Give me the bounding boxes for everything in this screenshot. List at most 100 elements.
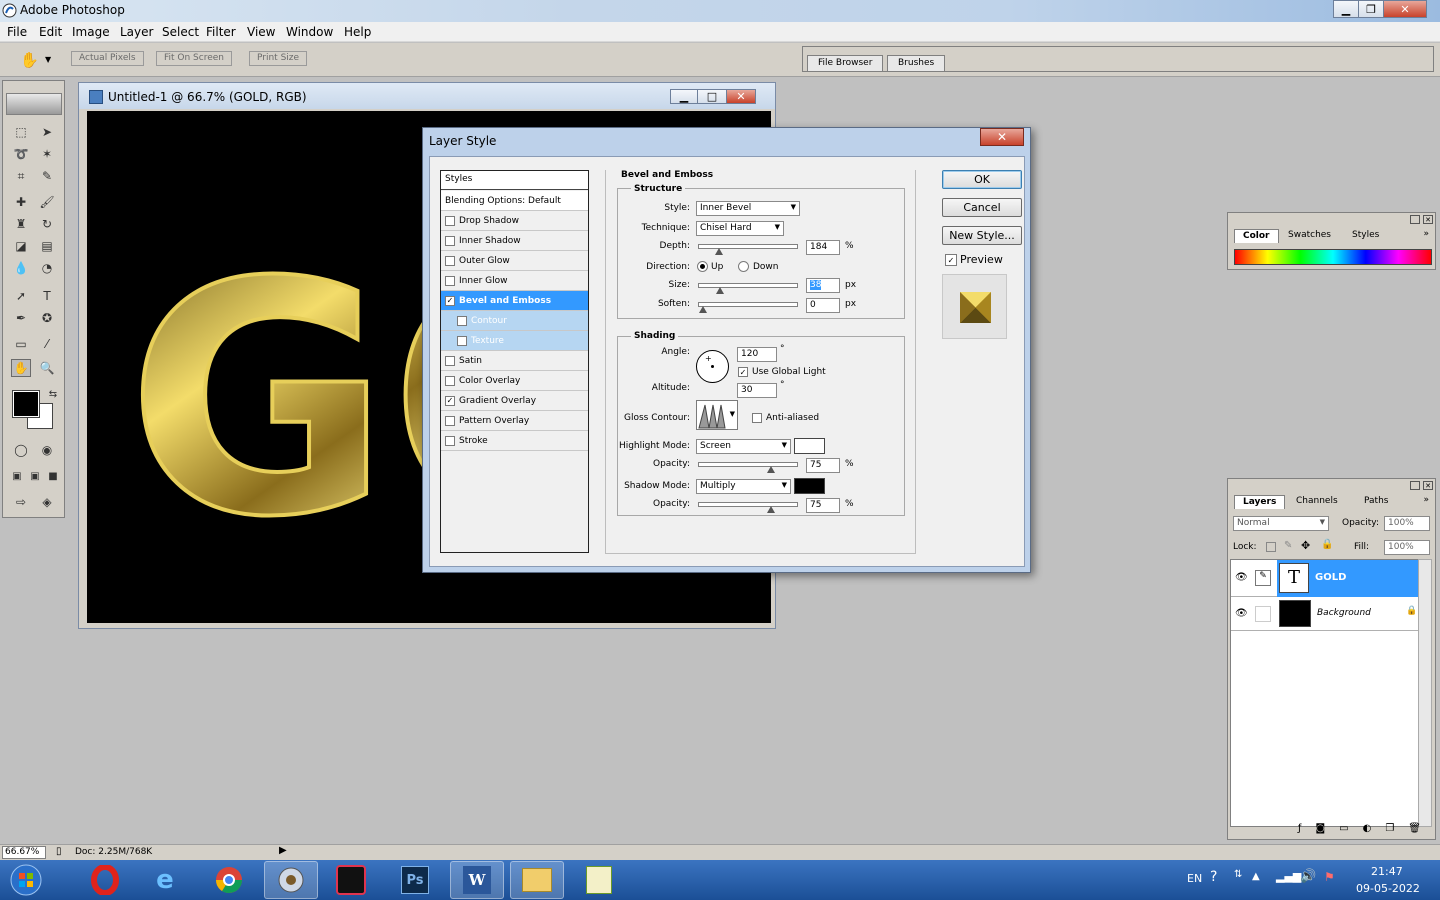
show-hidden-icons[interactable]: ▲ xyxy=(1252,871,1260,882)
style-item[interactable]: ✓ Bevel and Emboss xyxy=(441,291,588,311)
new-layer-icon[interactable]: ❐ xyxy=(1385,823,1394,839)
chevron-down-icon[interactable]: ▼ xyxy=(45,55,51,64)
style-item[interactable]: Inner Shadow xyxy=(441,231,588,251)
layers-scrollbar[interactable] xyxy=(1418,559,1432,827)
soften-slider[interactable] xyxy=(698,302,798,313)
stamp-icon[interactable]: ♜ xyxy=(11,215,31,233)
global-light-checkbox[interactable]: ✓ xyxy=(738,367,748,377)
screen-mode-fullscreen-icon[interactable]: ■ xyxy=(43,467,63,485)
lock-transparency-icon[interactable] xyxy=(1266,542,1276,552)
style-item-checkbox[interactable] xyxy=(445,435,455,446)
visibility-eye-icon[interactable]: 👁 xyxy=(1235,608,1248,619)
depth-slider-thumb[interactable] xyxy=(715,248,724,255)
tab-paths[interactable]: Paths xyxy=(1356,495,1396,509)
opera-taskbar-button[interactable] xyxy=(78,861,132,899)
slice-icon[interactable]: ✎ xyxy=(37,167,57,185)
dialog-close-button[interactable]: ✕ xyxy=(980,128,1024,146)
altitude-input[interactable]: 30 xyxy=(737,383,777,398)
menu-filter[interactable]: Filter xyxy=(206,25,236,39)
photoshop-eye-taskbar-button[interactable] xyxy=(264,861,318,899)
minimize-button[interactable]: ▁ xyxy=(1333,0,1359,18)
screen-mode-standard-icon[interactable]: ▣ xyxy=(7,467,27,485)
restore-button[interactable]: ❐ xyxy=(1358,0,1384,18)
zoom-field[interactable]: 66.67% xyxy=(2,846,46,859)
doc-close-button[interactable]: ✕ xyxy=(726,89,756,104)
angle-dial[interactable]: + xyxy=(696,350,729,383)
opacity-input[interactable]: 100% xyxy=(1384,516,1430,531)
adjustment-layer-icon[interactable]: ◐ xyxy=(1363,823,1372,839)
size-slider[interactable] xyxy=(698,283,798,294)
close-button[interactable]: ✕ xyxy=(1383,0,1427,18)
shadow-mode-select[interactable]: Multiply ▼ xyxy=(696,479,791,494)
swap-colors-icon[interactable]: ⇆ xyxy=(43,385,63,403)
style-item-checkbox[interactable] xyxy=(457,335,467,346)
style-item[interactable]: Satin xyxy=(441,351,588,371)
style-item[interactable]: Stroke xyxy=(441,431,588,451)
fill-input[interactable]: 100% xyxy=(1384,540,1430,555)
highlight-color-swatch[interactable] xyxy=(794,438,825,454)
menu-window[interactable]: Window xyxy=(286,25,333,39)
layer-mask-icon[interactable]: ◙ xyxy=(1315,823,1325,839)
link-slot[interactable] xyxy=(1255,606,1271,622)
trash-icon[interactable]: 🗑 xyxy=(1408,823,1421,839)
fit-on-screen-button[interactable]: Fit On Screen xyxy=(156,51,233,66)
start-button[interactable] xyxy=(4,861,48,899)
menu-view[interactable]: View xyxy=(247,25,275,39)
history-brush-icon[interactable]: ↻ xyxy=(37,215,57,233)
tab-channels[interactable]: Channels xyxy=(1288,495,1346,509)
tab-styles[interactable]: Styles xyxy=(1344,229,1387,243)
chart-app-taskbar-button[interactable] xyxy=(572,861,626,899)
explorer-taskbar-button[interactable] xyxy=(510,861,564,899)
style-item[interactable]: Inner Glow xyxy=(441,271,588,291)
blending-options-item[interactable]: Blending Options: Default xyxy=(441,191,588,211)
style-item[interactable]: Texture xyxy=(441,331,588,351)
clock-time[interactable]: 21:47 xyxy=(1371,865,1403,878)
highlight-mode-select[interactable]: Screen ▼ xyxy=(696,439,791,454)
style-item-checkbox[interactable] xyxy=(445,215,455,226)
style-item-checkbox[interactable] xyxy=(445,375,455,386)
style-item-checkbox[interactable] xyxy=(445,235,455,246)
style-item[interactable]: Color Overlay xyxy=(441,371,588,391)
styles-header[interactable]: Styles xyxy=(441,171,588,190)
print-size-button[interactable]: Print Size xyxy=(249,51,308,66)
style-item[interactable]: Contour xyxy=(441,311,588,331)
menu-layer[interactable]: Layer xyxy=(120,25,153,39)
style-item[interactable]: Pattern Overlay xyxy=(441,411,588,431)
lasso-icon[interactable]: ➰ xyxy=(11,145,31,163)
style-item-checkbox[interactable]: ✓ xyxy=(445,295,455,306)
close-icon[interactable]: ✕ xyxy=(1423,481,1433,490)
highlight-opacity-input[interactable]: 75 xyxy=(806,458,840,473)
direction-down-radio[interactable] xyxy=(738,261,749,272)
path-select-icon[interactable]: ➚ xyxy=(11,287,31,305)
depth-slider[interactable] xyxy=(698,244,798,255)
gloss-contour-picker[interactable]: ▼ xyxy=(696,400,738,430)
panel-menu-icon[interactable]: » xyxy=(1423,495,1429,505)
chrome-taskbar-button[interactable] xyxy=(202,861,256,899)
direction-up-radio[interactable] xyxy=(697,261,708,272)
doc-minimize-button[interactable]: ▁ xyxy=(670,89,698,104)
preview-checkbox[interactable]: ✓ xyxy=(945,254,957,266)
angle-input[interactable]: 120 xyxy=(737,347,777,362)
highlight-opacity-thumb[interactable] xyxy=(766,466,775,473)
lock-move-icon[interactable]: ✥ xyxy=(1301,539,1310,552)
brush-link-icon[interactable]: ✎ xyxy=(1255,570,1271,586)
depth-input[interactable]: 184 xyxy=(806,240,840,255)
notes-icon[interactable]: ▭ xyxy=(11,335,31,353)
technique-select[interactable]: Chisel Hard ▼ xyxy=(696,221,784,236)
soften-input[interactable]: 0 xyxy=(806,298,840,313)
anti-aliased-checkbox[interactable] xyxy=(752,413,762,423)
cancel-button[interactable]: Cancel xyxy=(942,198,1022,217)
style-item[interactable]: Drop Shadow xyxy=(441,211,588,231)
gradient-icon[interactable]: ▤ xyxy=(37,237,57,255)
tab-swatches[interactable]: Swatches xyxy=(1280,229,1339,243)
size-slider-thumb[interactable] xyxy=(716,287,725,294)
pen-icon[interactable]: ✒ xyxy=(11,309,31,327)
language-indicator[interactable]: EN xyxy=(1187,872,1202,885)
custom-shape-icon[interactable]: ✪ xyxy=(37,309,57,327)
clock-date[interactable]: 09-05-2022 xyxy=(1356,882,1420,895)
menu-edit[interactable]: Edit xyxy=(39,25,62,39)
standard-mode-icon[interactable]: ◯ xyxy=(11,441,31,459)
tab-file-browser[interactable]: File Browser xyxy=(807,55,884,71)
actual-pixels-button[interactable]: Actual Pixels xyxy=(71,51,144,66)
healing-brush-icon[interactable]: ✚ xyxy=(11,193,31,211)
